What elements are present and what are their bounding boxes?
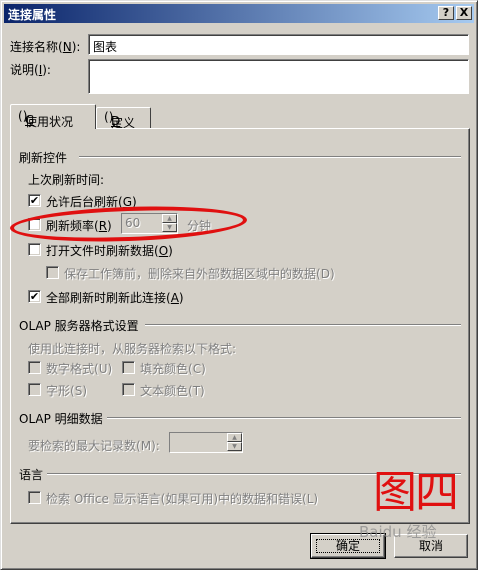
spin-down-icon[interactable]: ▼	[227, 442, 242, 451]
refresh-on-open-label[interactable]: 打开文件时刷新数据(O)	[46, 242, 173, 259]
fill-color-checkbox[interactable]	[122, 361, 135, 374]
title-bar[interactable]: 连接属性 ? X	[4, 4, 474, 23]
olap-drill-group-heading: OLAP 明细数据	[19, 412, 103, 426]
text-color-label[interactable]: 文本颜色(T)	[140, 382, 205, 399]
olap-drill-separator	[107, 417, 461, 419]
window-title: 连接属性	[8, 8, 57, 22]
olap-format-separator	[145, 324, 461, 326]
refresh-all-label[interactable]: 全部刷新时刷新此连接(A)	[46, 289, 184, 306]
description-input[interactable]	[88, 59, 469, 94]
olap-format-group-heading: OLAP 服务器格式设置	[19, 319, 139, 333]
max-records-label: 要检索的最大记录数(M):	[28, 439, 160, 453]
refresh-on-open-checkbox[interactable]	[28, 243, 41, 256]
spin-up-icon[interactable]: ▲	[227, 433, 242, 442]
annotation-label: 图四	[373, 467, 459, 518]
tab-usage[interactable]: 使用状况(G)	[10, 104, 96, 129]
connection-name-label: 连接名称(N):	[10, 40, 81, 54]
checkmark-icon: ✔	[29, 194, 40, 207]
remove-external-data-label[interactable]: 保存工作簿前，删除来自外部数据区域中的数据(D)	[64, 265, 335, 282]
language-group-heading: 语言	[19, 468, 44, 482]
help-button[interactable]: ?	[438, 6, 454, 20]
max-records-spinner[interactable]: ▲ ▼	[169, 432, 243, 453]
font-style-checkbox[interactable]	[28, 383, 41, 396]
checkmark-icon: ✔	[29, 290, 40, 303]
retrieve-language-label[interactable]: 检索 Office 显示语言(如果可用)中的数据和错误(L)	[46, 490, 318, 507]
olap-format-description: 使用此连接时，从服务器检索以下格式:	[28, 342, 237, 356]
text-color-checkbox[interactable]	[122, 383, 135, 396]
close-button[interactable]: X	[456, 6, 472, 20]
refresh-all-checkbox[interactable]: ✔	[28, 290, 41, 303]
connection-name-input[interactable]: 图表	[88, 34, 469, 55]
refresh-separator	[79, 156, 461, 158]
last-refresh-label: 上次刷新时间:	[28, 173, 105, 187]
description-label: 说明(I):	[10, 63, 51, 77]
refresh-group-heading: 刷新控件	[19, 151, 68, 165]
tab-definition[interactable]: 定义(D)	[96, 107, 151, 130]
retrieve-language-checkbox[interactable]	[28, 491, 41, 504]
background-refresh-checkbox[interactable]: ✔	[28, 194, 41, 207]
connection-properties-dialog: 连接属性 ? X 连接名称(N): 图表 说明(I): 使用状况(G) 定义(D…	[0, 0, 478, 570]
remove-external-data-checkbox[interactable]	[46, 266, 59, 279]
font-style-label[interactable]: 字形(S)	[46, 382, 87, 399]
number-format-checkbox[interactable]	[28, 361, 41, 374]
watermark: Baidu 经验	[359, 523, 437, 541]
fill-color-label[interactable]: 填充颜色(C)	[140, 360, 206, 377]
number-format-label[interactable]: 数字格式(U)	[46, 360, 112, 377]
